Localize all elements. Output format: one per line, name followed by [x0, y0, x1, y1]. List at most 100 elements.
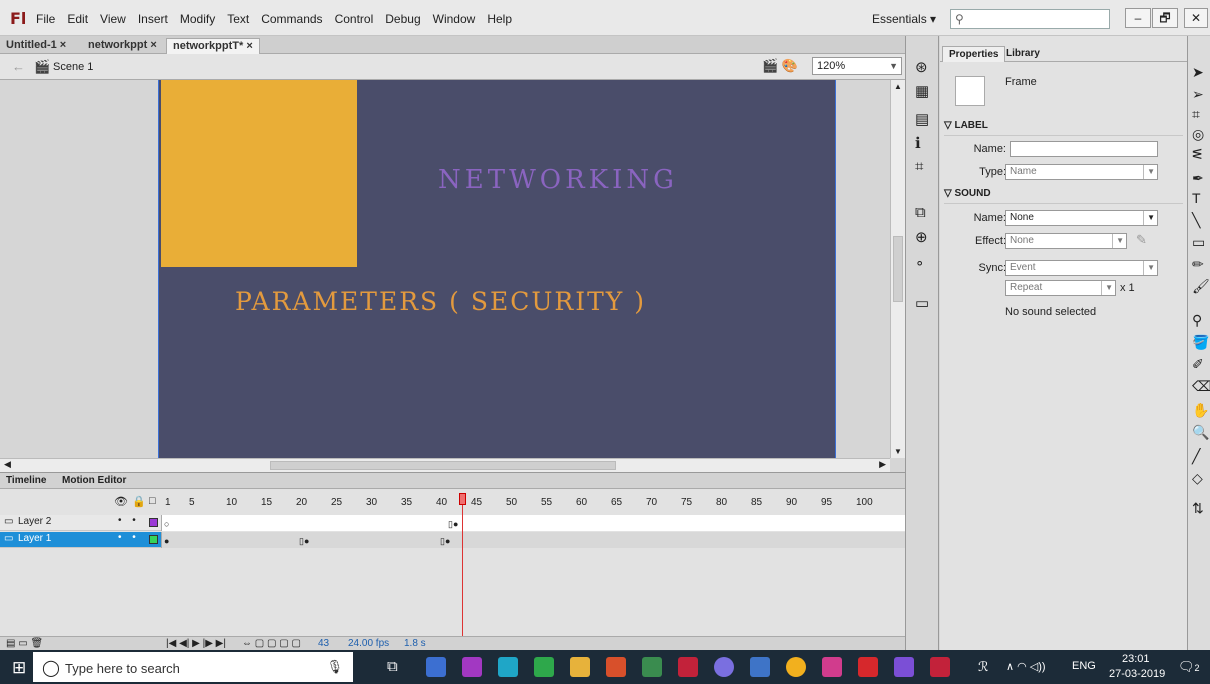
tab-networkppt[interactable]: networkppt × [82, 38, 163, 54]
effect-select[interactable]: None ▼ [1005, 233, 1127, 249]
restore-button[interactable]: 🗗 [1152, 8, 1178, 28]
help-search-input[interactable]: ⚲ [950, 9, 1110, 29]
layer-frames[interactable]: ● ▯● ▯● [161, 532, 905, 548]
keyframe[interactable]: ▯● [448, 519, 458, 530]
people-icon[interactable]: ℛ [978, 659, 988, 675]
free-transform-tool-icon[interactable]: ⌗ [1192, 106, 1200, 123]
tab-networkpptT[interactable]: networkpptT* × [166, 38, 260, 54]
menu-help[interactable]: Help [487, 12, 512, 26]
menu-debug[interactable]: Debug [385, 12, 420, 26]
menu-window[interactable]: Window [433, 12, 476, 26]
taskbar-app-icon[interactable] [606, 657, 626, 677]
back-arrow-icon[interactable]: ← [12, 59, 25, 74]
layer-row-layer-2[interactable]: ▭ Layer 2 • • ○ ▯● [0, 515, 905, 531]
stage-horizontal-scrollbar[interactable]: ◀ ▶ [0, 458, 890, 472]
taskbar-app-icon[interactable] [714, 657, 734, 677]
tab-motion-editor[interactable]: Motion Editor [62, 475, 126, 486]
pdf-reader-icon[interactable] [858, 657, 878, 677]
menu-commands[interactable]: Commands [261, 12, 322, 26]
eye-icon[interactable]: 👁 [114, 495, 128, 508]
lasso-tool-icon[interactable]: ᓬ [1192, 146, 1202, 163]
selection-tool-icon[interactable]: ➤ [1192, 64, 1204, 81]
sound-section-header[interactable]: ▽ SOUND [944, 188, 1183, 204]
subselection-tool-icon[interactable]: ➢ [1192, 86, 1204, 103]
menu-text[interactable]: Text [227, 12, 249, 26]
taskbar-app-icon[interactable] [498, 657, 518, 677]
minimize-button[interactable]: – [1125, 8, 1151, 28]
lock-icon[interactable]: 🔒 [132, 495, 146, 508]
menu-view[interactable]: View [100, 12, 126, 26]
chrome-icon[interactable] [786, 657, 806, 677]
stage-vertical-scrollbar[interactable]: ▲ ▼ [890, 80, 905, 458]
clock-date[interactable]: 27-03-2019 [1109, 668, 1165, 680]
zoom-tool-icon[interactable]: 🔍 [1192, 424, 1209, 441]
tab-properties[interactable]: Properties [942, 46, 1006, 62]
language-indicator[interactable]: ENG [1072, 660, 1096, 672]
edit-symbols-icon[interactable]: 🎬 🎨 [762, 58, 798, 74]
new-layer-icon[interactable]: ▤ ▭ 🗑 [6, 638, 43, 649]
menu-file[interactable]: File [36, 12, 55, 26]
parameters-text[interactable]: PARAMETERS ( SECURITY ) [235, 287, 646, 316]
menu-edit[interactable]: Edit [67, 12, 88, 26]
paint-bucket-tool-icon[interactable]: 🪣 [1192, 334, 1209, 351]
rectangle-tool-icon[interactable]: ▭ [1192, 234, 1205, 251]
info-icon[interactable]: ℹ [915, 134, 921, 152]
menu-modify[interactable]: Modify [180, 12, 215, 26]
zoom-select[interactable]: 120% ▼ [812, 57, 902, 75]
motion-presets-icon[interactable]: ∘ [915, 254, 924, 272]
sound-name-select[interactable]: None ▼ [1005, 210, 1158, 226]
layer-visibility-lock[interactable]: • • [118, 532, 140, 543]
layer-frames[interactable]: ○ ▯● [161, 515, 905, 531]
code-snippets-icon[interactable]: ⧉ [915, 204, 926, 221]
networking-text[interactable]: NETWORKING [438, 165, 678, 195]
playback-controls-icon[interactable]: |◀ ◀| ▶ |▶ ▶| [166, 638, 226, 649]
scroll-left-icon[interactable]: ◀ [4, 459, 11, 470]
keyframe-empty[interactable]: ○ [164, 519, 169, 529]
taskbar-app-icon[interactable] [750, 657, 770, 677]
playhead[interactable] [459, 493, 466, 505]
scroll-up-icon[interactable]: ▲ [894, 82, 902, 91]
current-frame[interactable]: 43 [318, 638, 329, 649]
pen-tool-icon[interactable]: ✒ [1192, 170, 1204, 187]
keyframe[interactable]: ▯● [299, 536, 309, 547]
task-view-icon[interactable]: ⧉ [387, 658, 398, 675]
color-icon[interactable]: ⊛ [915, 58, 928, 76]
frame-rate[interactable]: 24.00 fps [348, 638, 389, 649]
scroll-thumb[interactable] [893, 236, 903, 302]
layer-color-swatch[interactable] [149, 518, 158, 527]
scroll-right-icon[interactable]: ▶ [879, 459, 886, 470]
text-tool-icon[interactable]: T [1192, 190, 1201, 206]
taskbar-app-icon[interactable] [642, 657, 662, 677]
history-icon[interactable]: ▭ [915, 294, 929, 312]
repeat-count[interactable]: x 1 [1120, 282, 1135, 294]
components-icon[interactable]: ⊕ [915, 228, 928, 246]
tab-timeline[interactable]: Timeline [6, 475, 46, 486]
menu-insert[interactable]: Insert [138, 12, 168, 26]
tab-library[interactable]: Library [1000, 46, 1046, 62]
tab-untitled-1[interactable]: Untitled-1 × [0, 38, 72, 54]
eraser-tool-icon[interactable]: ⌫ [1192, 378, 1210, 395]
type-select[interactable]: Name ▼ [1005, 164, 1158, 180]
layer-visibility-lock[interactable]: • • [118, 515, 140, 526]
media-player-icon[interactable] [894, 657, 914, 677]
layer-row-layer-1[interactable]: ▭ Layer 1 • • ● ▯● ▯● [0, 532, 905, 548]
line-tool-icon[interactable]: ╲ [1192, 212, 1200, 229]
stage[interactable]: NETWORKING PARAMETERS ( SECURITY ) [158, 80, 836, 458]
brush-tool-icon[interactable]: 🖌 [1192, 278, 1210, 295]
tray-icons[interactable]: ∧ ◠ ◁)) [1006, 660, 1046, 673]
menu-control[interactable]: Control [335, 12, 374, 26]
orange-rectangle[interactable] [161, 80, 357, 267]
3d-rotation-tool-icon[interactable]: ◎ [1192, 126, 1204, 143]
taskbar-app-icon[interactable] [822, 657, 842, 677]
windows-start-icon[interactable]: ⊞ [12, 658, 26, 678]
transform-icon[interactable]: ⌗ [915, 158, 923, 175]
taskbar-app-icon[interactable] [462, 657, 482, 677]
microphone-icon[interactable]: 🎙 [326, 659, 343, 675]
layer-color-swatch[interactable] [149, 535, 158, 544]
label-section-header[interactable]: ▽ LABEL [944, 120, 1183, 136]
taskbar-app-icon[interactable] [534, 657, 554, 677]
close-button[interactable]: ✕ [1184, 8, 1208, 28]
align-icon[interactable]: ▤ [915, 110, 929, 128]
eyedropper-tool-icon[interactable]: ✐ [1192, 356, 1204, 373]
clock-time[interactable]: 23:01 [1122, 653, 1150, 665]
